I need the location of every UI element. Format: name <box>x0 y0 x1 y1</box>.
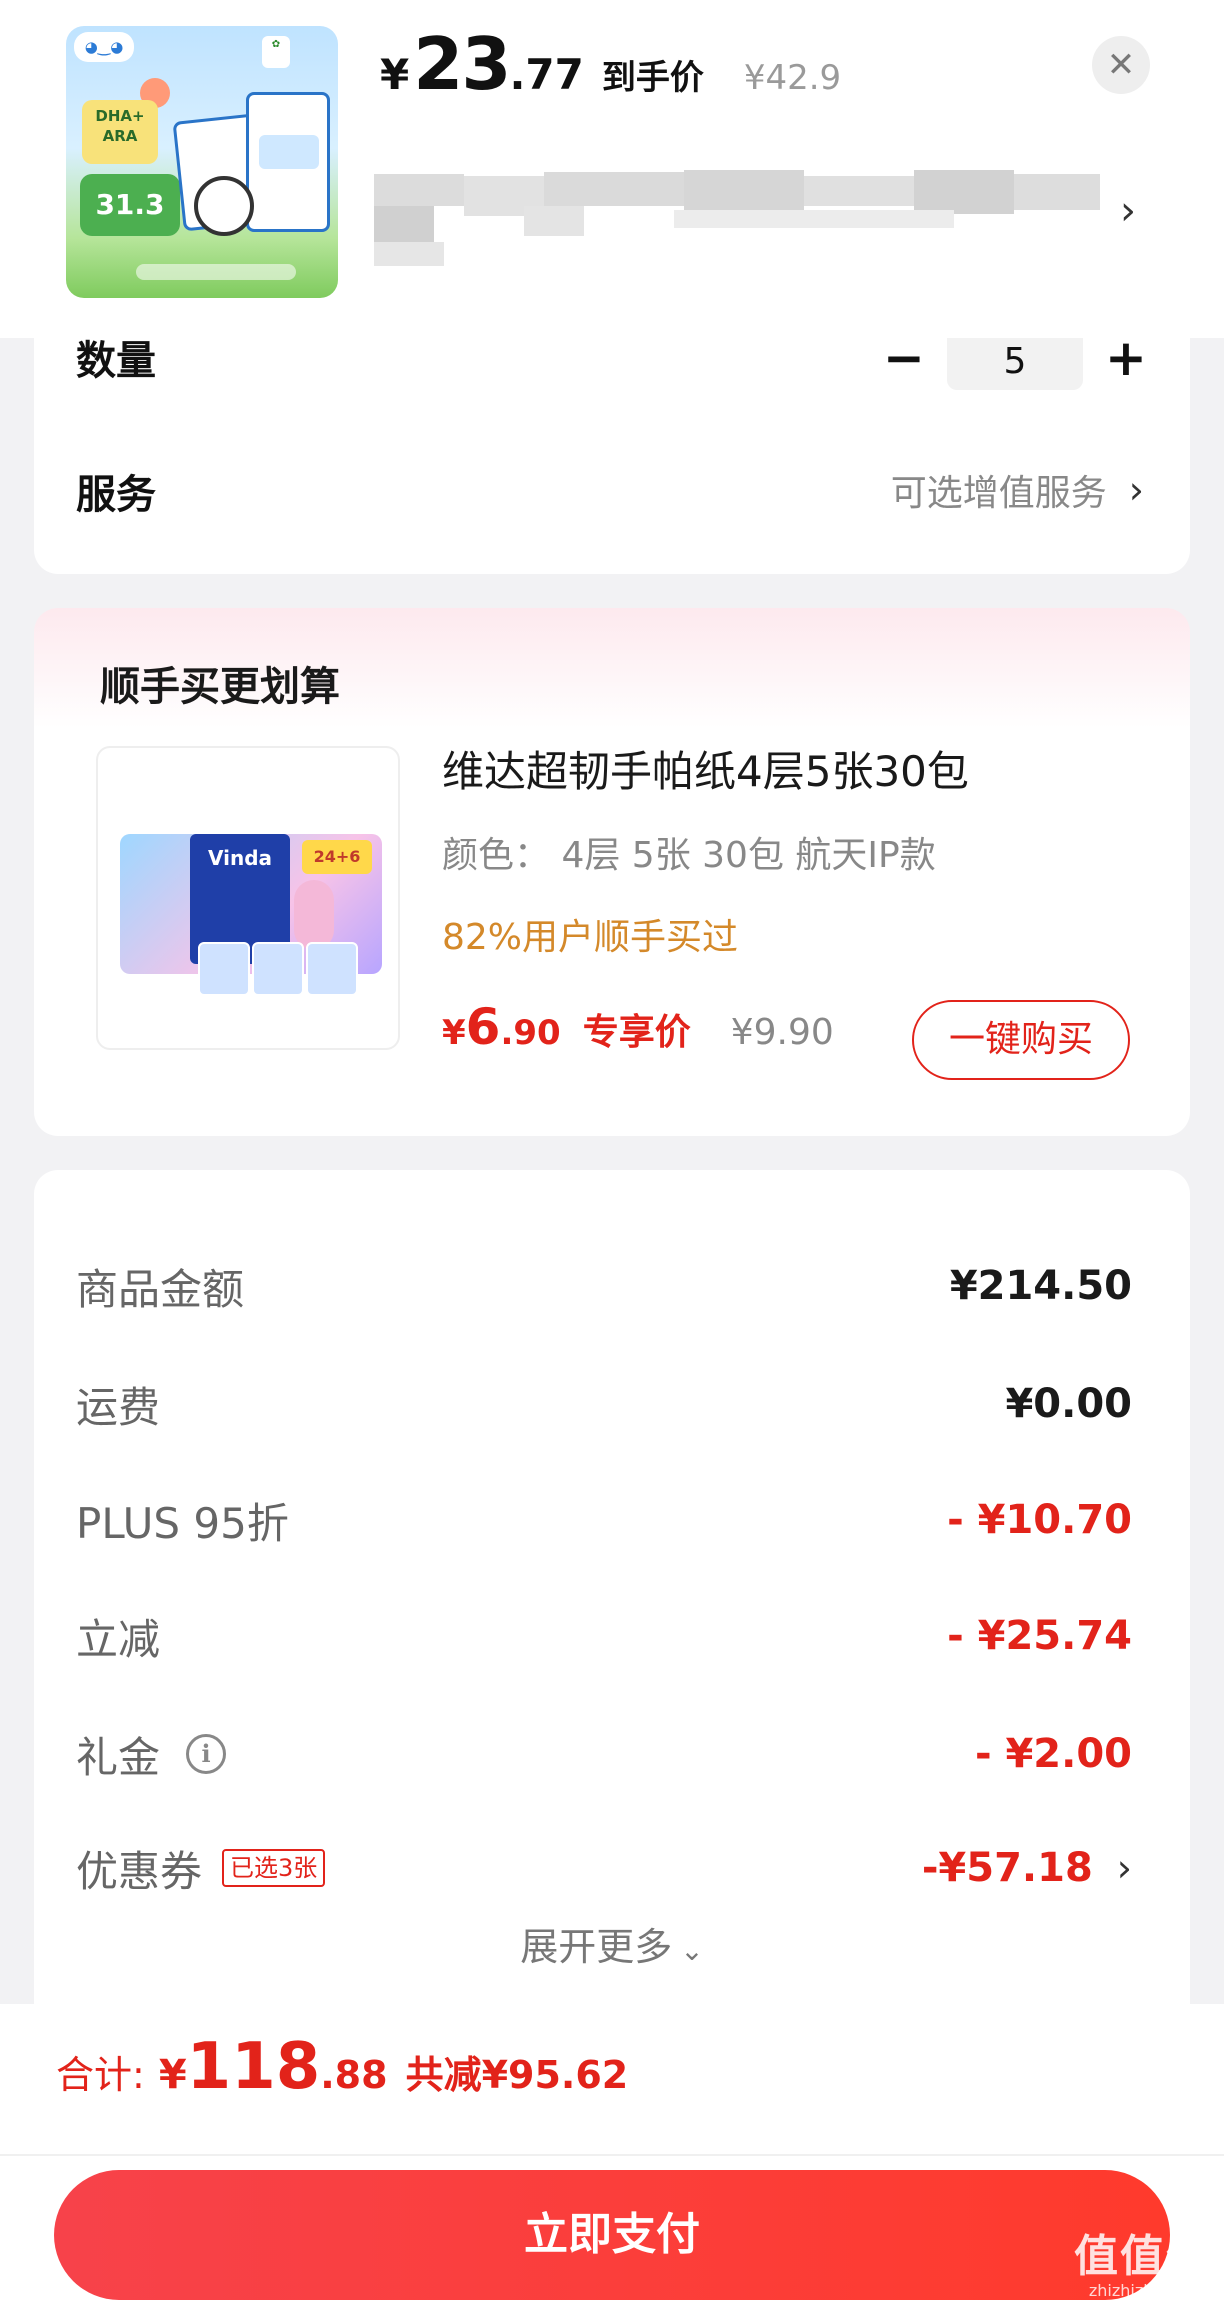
bundle-price-integer: 6 <box>465 998 501 1056</box>
cow-mascot <box>194 176 254 236</box>
breakdown-value: - ¥10.70 <box>947 1497 1132 1543</box>
chevron-down-icon: ⌄ <box>680 1934 704 1967</box>
chevron-right-icon: › <box>1128 468 1144 512</box>
thumbnail-caption <box>136 264 296 280</box>
milk-box-back <box>246 92 330 232</box>
breakdown-value: ¥0.00 <box>1005 1381 1132 1427</box>
original-price: ¥42.9 <box>743 58 842 98</box>
bundle-title: 顺手买更划算 <box>100 664 340 710</box>
checkout-bar: 合计: ¥ 118 .88 共减¥95.62 立即支付 <box>0 2004 1224 2318</box>
expand-more-label: 展开更多 <box>520 1925 673 1969</box>
bundle-price: ¥ 6 .90 专享价 ¥9.90 <box>442 998 834 1056</box>
price-currency: ¥ <box>380 50 410 99</box>
breakdown-value: - ¥2.00 <box>974 1731 1132 1777</box>
total-integer: 118 <box>186 2030 321 2104</box>
price-breakdown-card: 商品金额 ¥214.50 运费 ¥0.00 PLUS 95折 - ¥10.70 … <box>34 1170 1190 2030</box>
total-currency: ¥ <box>158 2052 187 2098</box>
service-selector[interactable]: 可选增值服务 › <box>891 464 1144 516</box>
final-price: ¥ 23 .77 到手价 ¥42.9 <box>380 22 841 112</box>
bundle-product-name[interactable]: 维达超韧手帕纸4层5张30包 <box>442 738 969 799</box>
quantity-increase-button[interactable]: + <box>1096 333 1156 388</box>
thumbnail-nutrient-tag: DHA+ ARA <box>82 100 158 164</box>
one-click-buy-button[interactable]: 一键购买 <box>912 1000 1130 1080</box>
price-integer: 23 <box>413 22 511 106</box>
blurred-spec-text <box>374 156 1100 266</box>
breakdown-label: 礼金 <box>76 1732 161 1782</box>
quantity-service-card: 数量 − 5 + 服务 可选增值服务 › <box>34 333 1190 574</box>
close-icon[interactable]: ✕ <box>1092 36 1150 94</box>
expand-more-button[interactable]: 展开更多 ⌄ <box>34 1916 1190 1971</box>
divider <box>0 2154 1224 2156</box>
bundle-popularity: 82%用户顺手买过 <box>442 917 739 958</box>
bundle-original-price: ¥9.90 <box>730 1012 834 1053</box>
service-label: 服务 <box>76 472 156 518</box>
coupon-count-badge: 已选3张 <box>222 1849 326 1887</box>
chevron-right-icon: › <box>1116 1846 1132 1890</box>
pay-now-button[interactable]: 立即支付 <box>54 2170 1170 2300</box>
breakdown-label: PLUS 95折 <box>76 1498 289 1548</box>
breakdown-label-group: 礼金 i <box>76 1724 227 1785</box>
product-header: ◕‿◕ ✿ DHA+ ARA 31.3 ¥ 23 .77 到手价 ¥42.9 ✕ <box>0 0 1224 338</box>
breakdown-value: -¥57.18 <box>921 1845 1093 1891</box>
watermark-url: zhizhizhi.com <box>1088 2281 1198 2300</box>
product-thumbnail[interactable]: ◕‿◕ ✿ DHA+ ARA 31.3 <box>66 26 338 298</box>
coupon-value-group: -¥57.18 › <box>922 1845 1132 1891</box>
bundle-product-image[interactable]: Vinda 24+6 <box>96 746 400 1050</box>
total-decimal: .88 <box>320 2053 388 2097</box>
price-tag-label: 到手价 <box>601 58 704 98</box>
breakdown-label: 立减 <box>76 1614 161 1664</box>
info-icon[interactable]: i <box>186 1734 227 1774</box>
chevron-right-icon: › <box>1120 188 1136 234</box>
bundle-price-decimal: .90 <box>500 1013 561 1053</box>
pack-count-badge: 24+6 <box>302 840 372 874</box>
breakdown-row-goods: 商品金额 ¥214.50 <box>76 1256 1132 1316</box>
quantity-input[interactable]: 5 <box>947 338 1083 390</box>
breakdown-row-coupon[interactable]: 优惠券 已选3张 -¥57.18 › <box>76 1838 1132 1898</box>
breakdown-row-shipping: 运费 ¥0.00 <box>76 1374 1132 1434</box>
total-saved: 共减¥95.62 <box>405 2053 629 2097</box>
watermark-logo: 值值值 <box>1074 2231 1212 2282</box>
breakdown-label: 优惠券 <box>76 1846 203 1896</box>
small-pack <box>252 942 304 996</box>
quantity-decrease-button[interactable]: − <box>874 333 934 388</box>
breakdown-value: - ¥25.74 <box>947 1613 1132 1659</box>
breakdown-row-plus-discount: PLUS 95折 - ¥10.70 <box>76 1490 1132 1550</box>
bundle-offer-card: 顺手买更划算 Vinda 24+6 维达超韧手帕纸4层5张30包 颜色： 4层 … <box>34 608 1190 1136</box>
breakdown-row-instant-discount: 立减 - ¥25.74 <box>76 1606 1132 1666</box>
selected-spec-row[interactable]: › <box>374 156 1144 266</box>
small-pack <box>306 942 358 996</box>
price-decimal: .77 <box>509 50 584 99</box>
thumbnail-price-badge: 31.3 <box>80 174 180 236</box>
brand-logo: ◕‿◕ <box>74 32 134 62</box>
breakdown-value: ¥214.50 <box>949 1263 1132 1309</box>
total-summary: 合计: ¥ 118 .88 共减¥95.62 <box>56 2030 628 2104</box>
bundle-color-spec: 颜色： 4层 5张 30包 航天IP款 <box>442 835 936 876</box>
total-label: 合计: <box>56 2053 145 2097</box>
breakdown-label: 运费 <box>76 1382 161 1432</box>
thumbnail-mini-tag: ✿ <box>262 36 290 68</box>
small-pack <box>198 942 250 996</box>
breakdown-row-gift-money: 礼金 i - ¥2.00 <box>76 1724 1132 1784</box>
bundle-price-tag: 专享价 <box>582 1012 691 1053</box>
bundle-price-currency: ¥ <box>442 1013 466 1053</box>
service-hint-text: 可选增值服务 <box>890 473 1107 514</box>
quantity-label: 数量 <box>76 338 156 384</box>
breakdown-label: 商品金额 <box>76 1264 245 1314</box>
bunny-mascot <box>294 880 334 950</box>
site-watermark: 值值值 zhizhizhi.com <box>1068 2234 1218 2314</box>
breakdown-label-group: 优惠券 已选3张 <box>76 1838 326 1899</box>
